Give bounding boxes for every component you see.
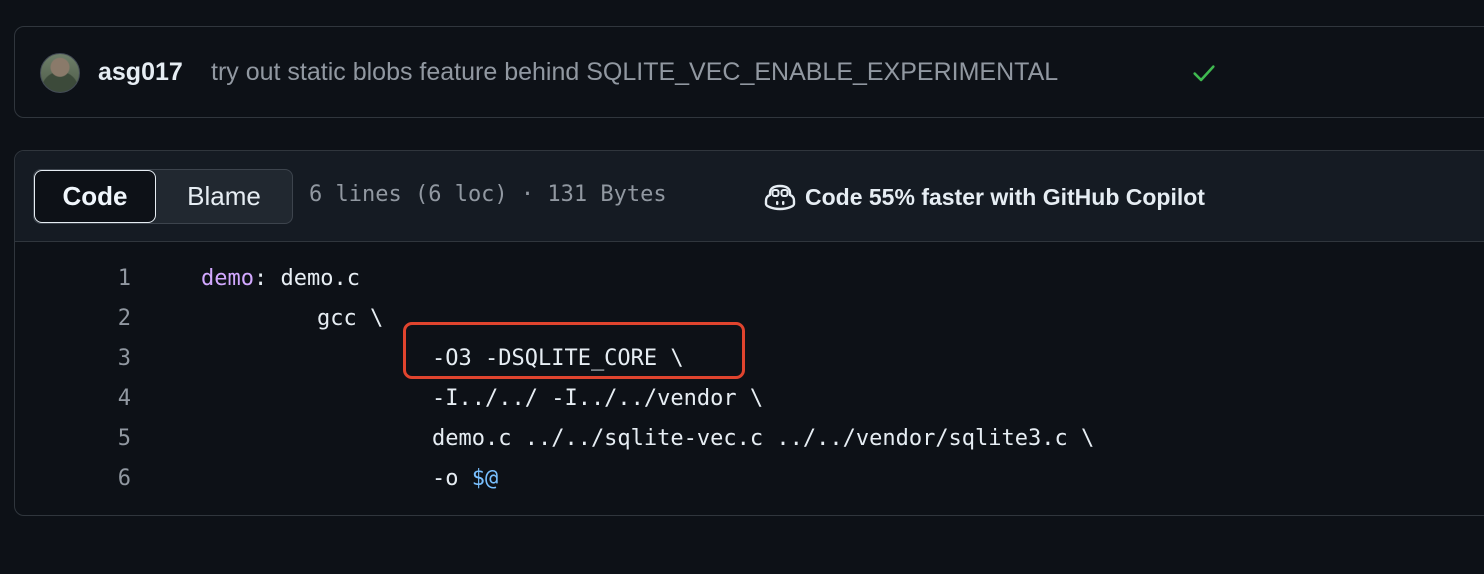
tab-code[interactable]: Code bbox=[34, 170, 156, 223]
code-text: -I../../ -I../../vendor \ bbox=[432, 386, 764, 411]
code-line: 6 -o $@ bbox=[15, 458, 1484, 498]
code-text: gcc \ bbox=[317, 306, 384, 331]
commit-author-link[interactable]: asg017 bbox=[98, 58, 183, 87]
code-text: demo: demo.c bbox=[201, 266, 360, 291]
make-target-rest: : demo.c bbox=[253, 266, 360, 291]
make-variable: $@ bbox=[471, 466, 499, 491]
highlight-annotation-box bbox=[403, 322, 745, 379]
line-number[interactable]: 2 bbox=[91, 306, 131, 331]
copilot-icon bbox=[764, 184, 796, 211]
file-viewer: Code Blame 6 lines (6 loc) · 131 Bytes C… bbox=[14, 150, 1484, 516]
make-target: demo bbox=[201, 266, 254, 291]
code-line: 4 -I../../ -I../../vendor \ bbox=[15, 378, 1484, 418]
file-meta-info: 6 lines (6 loc) · 131 Bytes bbox=[309, 182, 667, 207]
code-line: 1 demo: demo.c bbox=[15, 258, 1484, 298]
tab-blame[interactable]: Blame bbox=[156, 170, 292, 223]
check-icon bbox=[1193, 65, 1215, 82]
commit-message-link[interactable]: try out static blobs feature behind SQLI… bbox=[211, 58, 1058, 87]
copilot-promo-link[interactable]: Code 55% faster with GitHub Copilot bbox=[763, 181, 1205, 213]
code-area: 1 demo: demo.c 2 gcc \ 3 -O3 -DSQLITE_CO… bbox=[15, 242, 1484, 515]
view-toggle: Code Blame bbox=[33, 169, 293, 224]
line-number[interactable]: 3 bbox=[91, 346, 131, 371]
code-flag: -o bbox=[432, 466, 472, 491]
code-text: -o $@ bbox=[432, 466, 498, 491]
file-header: Code Blame 6 lines (6 loc) · 131 Bytes C… bbox=[15, 151, 1484, 242]
avatar[interactable] bbox=[40, 53, 80, 93]
line-number[interactable]: 6 bbox=[91, 466, 131, 491]
copilot-label: Code 55% faster with GitHub Copilot bbox=[805, 183, 1205, 210]
line-number[interactable]: 4 bbox=[91, 386, 131, 411]
line-number[interactable]: 5 bbox=[91, 426, 131, 451]
code-line: 5 demo.c ../../sqlite-vec.c ../../vendor… bbox=[15, 418, 1484, 458]
code-text: demo.c ../../sqlite-vec.c ../../vendor/s… bbox=[432, 426, 1095, 451]
code-line: 3 -O3 -DSQLITE_CORE \ bbox=[15, 338, 1484, 378]
code-line: 2 gcc \ bbox=[15, 298, 1484, 338]
line-number[interactable]: 1 bbox=[91, 266, 131, 291]
